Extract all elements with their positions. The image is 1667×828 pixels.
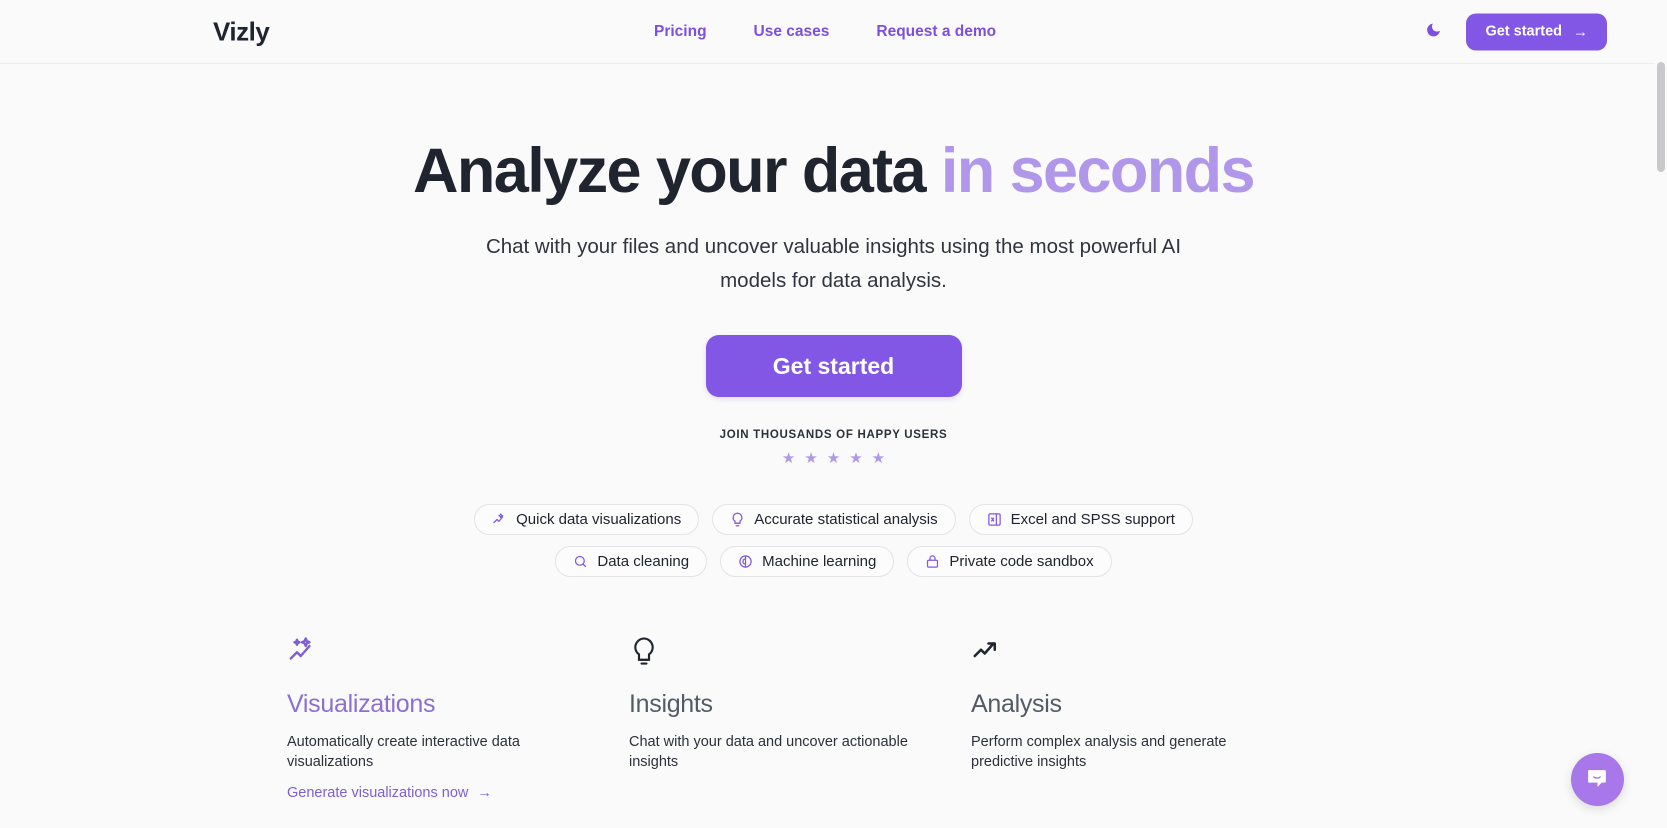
header-get-started-button[interactable]: Get started → (1466, 13, 1607, 50)
header-get-started-label: Get started (1485, 23, 1562, 40)
feature-description: Perform complex analysis and generate pr… (971, 734, 1227, 770)
arrow-right-icon: → (1573, 23, 1588, 40)
chat-launcher-button[interactable] (1571, 753, 1624, 806)
hero-get-started-button[interactable]: Get started (705, 335, 962, 398)
feature-cards: Visualizations Automatically create inte… (287, 636, 1587, 802)
search-icon (573, 554, 588, 569)
pill-private-code-sandbox[interactable]: Private code sandbox (907, 546, 1112, 578)
pill-label: Accurate statistical analysis (754, 511, 938, 529)
moon-icon (1425, 22, 1442, 42)
feature-card-analysis[interactable]: Analysis Perform complex analysis and ge… (971, 636, 1313, 802)
trending-up-icon (971, 636, 1313, 670)
pill-label: Data cleaning (597, 553, 690, 571)
star-icon: ★ (849, 450, 863, 468)
arrow-right-icon: → (477, 785, 492, 802)
pill-label: Excel and SPSS support (1010, 511, 1175, 529)
feature-title: Analysis (971, 690, 1062, 718)
main-navigation: Pricing Use cases Request a demo (654, 23, 996, 41)
lock-icon (925, 554, 940, 569)
feature-title: Visualizations (287, 690, 436, 718)
feature-link-label: Generate visualizations now (287, 785, 469, 802)
star-icon: ★ (871, 450, 886, 468)
sparkle-chart-icon (287, 636, 629, 670)
star-icon: ★ (781, 450, 796, 468)
headline-main: Analyze your data (413, 136, 941, 206)
landing-page: Vizly Pricing Use cases Request a demo G… (0, 0, 1667, 828)
hero-subheading: Chat with your files and uncover valuabl… (485, 235, 1182, 292)
social-proof: JOIN THOUSANDS OF HAPPY USERS ★ ★ ★ ★ ★ (0, 429, 1667, 466)
star-rating: ★ ★ ★ ★ ★ (0, 451, 1667, 466)
sparkle-chart-icon (492, 512, 507, 527)
pill-machine-learning[interactable]: Machine learning (720, 546, 895, 578)
lightbulb-icon (730, 512, 745, 527)
scrollbar-thumb[interactable] (1657, 62, 1665, 172)
site-header: Vizly Pricing Use cases Request a demo G… (0, 0, 1667, 64)
feature-card-visualizations[interactable]: Visualizations Automatically create inte… (287, 636, 629, 802)
star-icon: ★ (826, 450, 841, 468)
pill-accurate-statistical-analysis[interactable]: Accurate statistical analysis (712, 504, 956, 536)
feature-pill-row-1: Quick data visualizations Accurate stati… (0, 504, 1667, 536)
header-actions: Get started → (1420, 13, 1607, 50)
feature-description: Chat with your data and uncover actionab… (629, 734, 908, 770)
chat-bubble-smile-icon (1585, 766, 1610, 794)
page-scrollbar[interactable] (1655, 0, 1667, 828)
pill-label: Machine learning (762, 553, 877, 571)
headline-accent: in seconds (940, 136, 1256, 206)
hero-cta-wrapper: Get started (0, 335, 1667, 398)
pill-label: Private code sandbox (949, 553, 1094, 571)
star-icon: ★ (804, 450, 818, 468)
pill-label: Quick data visualizations (516, 511, 682, 529)
generate-visualizations-link[interactable]: Generate visualizations now → (287, 785, 492, 801)
feature-description: Automatically create interactive data vi… (287, 734, 520, 770)
dark-mode-toggle[interactable] (1420, 19, 1446, 45)
page-title: Analyze your data in seconds (0, 137, 1667, 205)
pill-data-cleaning[interactable]: Data cleaning (555, 546, 708, 578)
hero-section: Analyze your data in seconds Chat with y… (0, 64, 1667, 578)
feature-pill-row-2: Data cleaning Machine learning Private c… (0, 546, 1667, 578)
nav-item-use-cases[interactable]: Use cases (754, 23, 830, 41)
logo[interactable]: Vizly (213, 16, 270, 47)
feature-pills: Quick data visualizations Accurate stati… (0, 504, 1667, 578)
brain-icon (738, 554, 753, 569)
pill-quick-data-visualizations[interactable]: Quick data visualizations (474, 504, 700, 536)
pill-excel-spss-support[interactable]: Excel and SPSS support (968, 504, 1193, 536)
feature-title: Insights (629, 690, 713, 718)
social-proof-label: JOIN THOUSANDS OF HAPPY USERS (719, 429, 948, 442)
feature-card-insights[interactable]: Insights Chat with your data and uncover… (629, 636, 971, 802)
nav-item-pricing[interactable]: Pricing (654, 23, 707, 41)
lightbulb-icon (629, 636, 971, 670)
nav-item-request-demo[interactable]: Request a demo (876, 23, 996, 41)
spreadsheet-icon (987, 512, 1002, 527)
